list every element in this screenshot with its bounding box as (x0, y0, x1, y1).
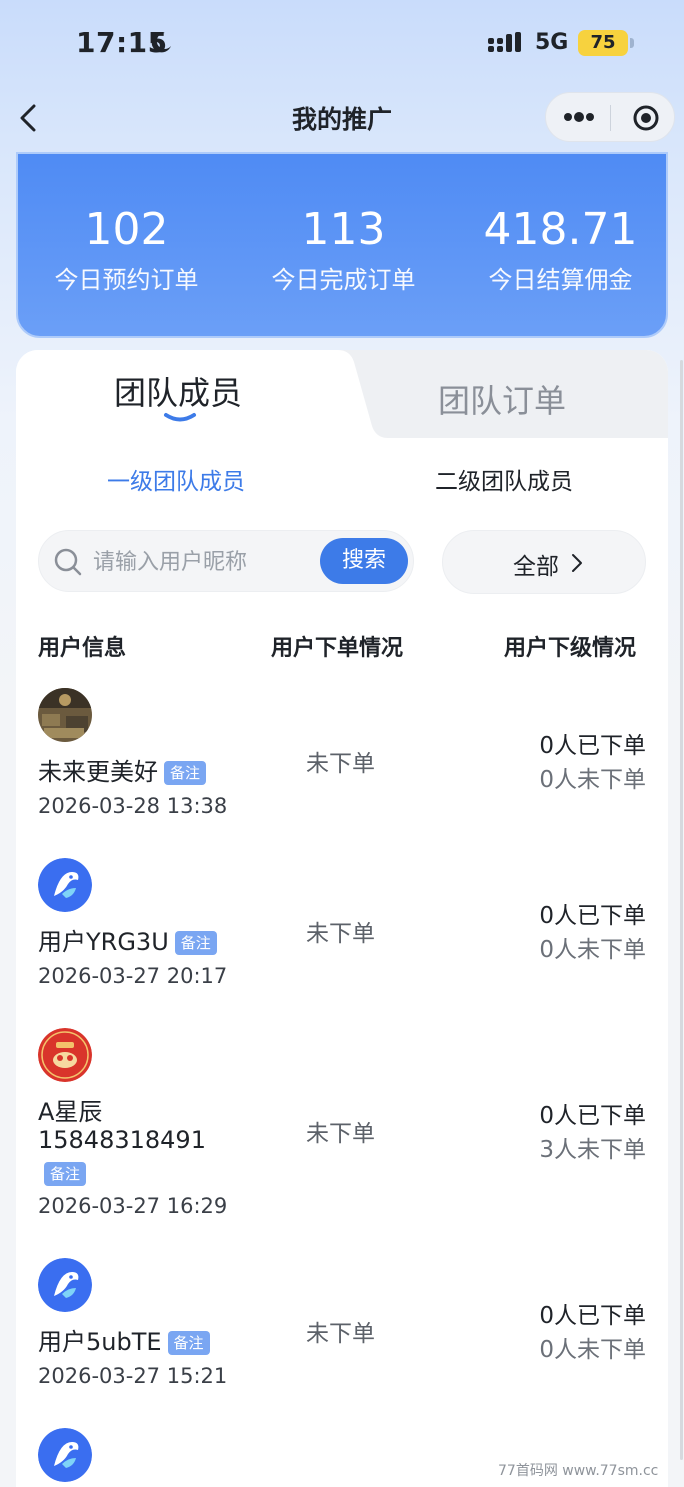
battery-level: 75 (590, 32, 616, 53)
stat-completed-orders: 113 今日完成订单 (235, 200, 452, 298)
subordinates-not-ordered: 0人未下单 (539, 937, 646, 963)
table-row[interactable]: 用户5ubTE 备注 2026-03-27 15:21 未下单 0人已下单 0人未… (16, 1256, 668, 1426)
stat-settled-commission: 418.71 今日结算佣金 (452, 200, 669, 298)
nav-bar: 我的推广 (0, 88, 684, 150)
join-date: 2026-03-28 13:38 (38, 794, 228, 818)
user-name: A星辰 (38, 1098, 103, 1126)
remark-tag[interactable]: 备注 (44, 1162, 87, 1186)
header-user-info: 用户信息 (38, 636, 127, 661)
user-name-text: 用户YRG3U (38, 928, 169, 956)
table-header: 用户信息 用户下单情况 用户下级情况 (16, 630, 668, 666)
watermark: 77首码网 www.77sm.cc (498, 1463, 659, 1479)
stat-label: 今日完成订单 (271, 266, 416, 294)
subtab-level1-members[interactable]: 一级团队成员 (107, 462, 245, 496)
remark-tag[interactable]: 备注 (164, 761, 207, 785)
filter-label: 全部 (513, 554, 559, 580)
mini-program-capsule (545, 92, 675, 142)
user-name-line2: 15848318491 (38, 1126, 206, 1154)
user-name: 用户YRG3U 备注 (38, 922, 217, 957)
battery-tip (630, 38, 634, 48)
subordinates-not-ordered: 3人未下单 (539, 1137, 646, 1163)
tab-bar: 团队成员 团队订单 (16, 350, 668, 438)
subordinates-ordered: 0人已下单 (539, 903, 646, 929)
search-box: 搜索 (38, 530, 414, 592)
tab-active-indicator (164, 413, 196, 422)
user-name: 未来更美好 备注 (38, 752, 207, 787)
subordinates-not-ordered: 0人未下单 (539, 767, 646, 793)
join-date: 2026-03-27 15:21 (38, 1364, 228, 1388)
scrollbar[interactable] (680, 360, 683, 1460)
header-subordinate-status: 用户下级情况 (504, 636, 637, 661)
user-name: 用户5ubTE 备注 (38, 1322, 210, 1357)
search-icon (54, 548, 82, 576)
battery-icon: 75 (578, 30, 628, 56)
stat-label: 今日预约订单 (54, 266, 199, 294)
order-status: 未下单 (306, 751, 375, 777)
stat-label: 今日结算佣金 (488, 266, 633, 294)
subordinates-not-ordered: 0人未下单 (539, 1337, 646, 1363)
signal-icon (488, 32, 521, 52)
status-bar: 17:15 5G 75 (0, 0, 684, 88)
search-input[interactable] (93, 545, 303, 579)
stat-booked-orders: 102 今日预约订单 (18, 200, 235, 298)
stat-value: 113 (301, 204, 386, 255)
stat-value: 102 (84, 204, 169, 255)
close-target-icon[interactable] (632, 104, 660, 132)
order-status: 未下单 (306, 1321, 375, 1347)
subordinates-ordered: 0人已下单 (539, 733, 646, 759)
app-logo-avatar (38, 858, 92, 912)
tab-team-orders[interactable]: 团队订单 (438, 376, 566, 422)
member-level-tabs: 一级团队成员 二级团队成员 (16, 458, 668, 498)
order-status: 未下单 (306, 1121, 375, 1147)
table-row[interactable]: A星辰 15848318491 备注 2026-03-27 16:29 未下单 … (16, 1026, 668, 1256)
table-row[interactable]: 未来更美好 备注 2026-03-28 13:38 未下单 0人已下单 0人未下单 (16, 686, 668, 856)
join-date: 2026-03-27 20:17 (38, 964, 228, 988)
network-type: 5G (535, 30, 569, 55)
stat-value: 418.71 (483, 204, 638, 255)
team-card: 团队成员 团队订单 一级团队成员 二级团队成员 搜索 全部 用户信息 用户下单情… (16, 350, 668, 1487)
subtab-level2-members[interactable]: 二级团队成员 (435, 462, 573, 496)
join-date: 2026-03-27 16:29 (38, 1194, 228, 1218)
red-festive-avatar (38, 1028, 92, 1082)
user-name-text: 未来更美好 (38, 758, 158, 786)
more-dots-icon[interactable] (562, 111, 596, 123)
capsule-divider (610, 105, 611, 131)
order-status: 未下单 (306, 921, 375, 947)
user-name-text: 用户5ubTE (38, 1328, 162, 1356)
remark-tag[interactable]: 备注 (167, 1331, 210, 1355)
header-order-status: 用户下单情况 (271, 636, 404, 661)
filter-dropdown[interactable]: 全部 (442, 530, 646, 594)
app-logo-avatar (38, 1428, 92, 1482)
subordinates-ordered: 0人已下单 (539, 1303, 646, 1329)
photo-avatar (38, 688, 92, 742)
tab-team-members[interactable]: 团队成员 (114, 368, 242, 414)
chevron-right-icon (572, 554, 582, 572)
subordinates-ordered: 0人已下单 (539, 1103, 646, 1129)
app-logo-avatar (38, 1258, 92, 1312)
table-row[interactable]: 用户YRG3U 备注 2026-03-27 20:17 未下单 0人已下单 0人未… (16, 856, 668, 1026)
remark-tag[interactable]: 备注 (174, 931, 217, 955)
search-button[interactable]: 搜索 (320, 538, 408, 584)
today-stats-card: 102 今日预约订单 113 今日完成订单 418.71 今日结算佣金 (16, 152, 668, 338)
moon-icon (151, 32, 171, 53)
